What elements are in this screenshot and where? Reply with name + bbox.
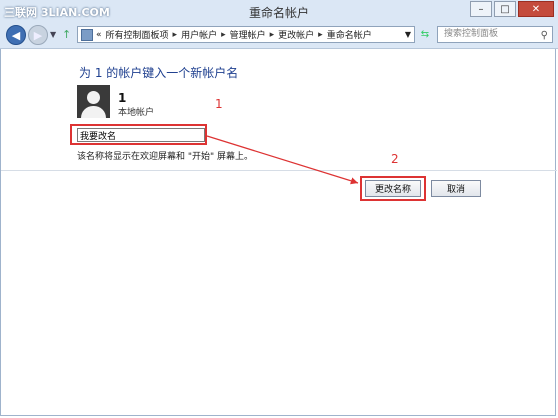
annotation-arrow xyxy=(206,135,359,185)
